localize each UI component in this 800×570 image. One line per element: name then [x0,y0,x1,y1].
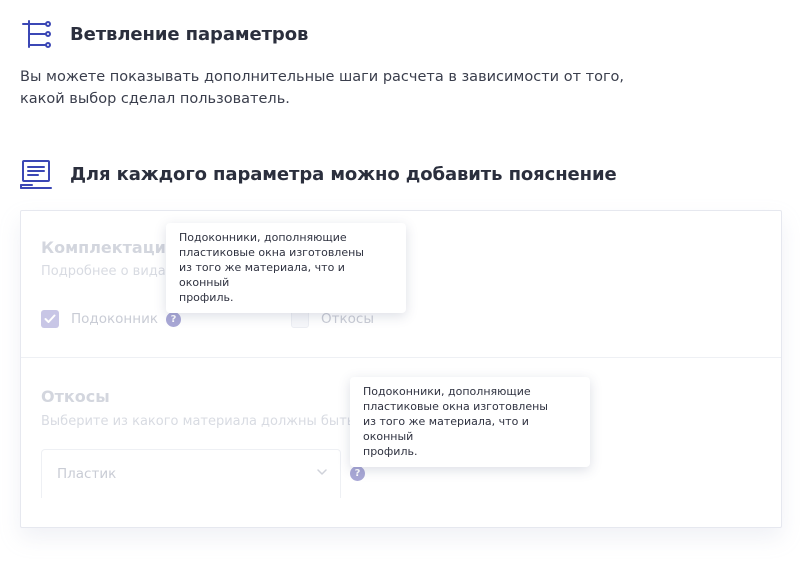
chevron-down-icon [317,469,327,475]
section-title-branching: Ветвление параметров [70,23,309,45]
section-header-explanation: Для каждого параметра можно добавить поя… [20,158,617,190]
help-icon[interactable]: ? [350,466,365,481]
branch-tree-icon [20,18,52,50]
calculator-preview-panel: Комплектация Подробнее о вида Подоконник… [20,210,782,528]
tooltip-podokonnik: Подоконники, дополняющие пластиковые окн… [166,223,406,313]
checkbox-label-otkosy: Откосы [321,311,374,327]
select-value: Пластик [57,466,117,482]
monitor-text-icon [20,158,52,190]
description-line: Вы можете показывать дополнительные шаги… [20,69,625,85]
tooltip-line: Подоконники, дополняющие [179,231,347,244]
description-line: какой выбор сделал пользователь. [20,91,290,107]
tooltip-line: пластиковые окна изготовлены [179,246,364,259]
group-subtitle-komplektatsiya: Подробнее о вида [41,264,166,279]
tooltip-line: профиль. [363,445,418,458]
tooltip-line: Подоконники, дополняющие [363,385,531,398]
tooltip-otkosy: Подоконники, дополняющие пластиковые окн… [350,377,590,467]
section-description-branching: Вы можете показывать дополнительные шаги… [20,66,700,110]
tooltip-line: из того же материала, что и оконный [179,261,345,289]
tooltip-line: из того же материала, что и оконный [363,415,529,443]
section-header-branching: Ветвление параметров [20,18,308,50]
help-icon[interactable]: ? [166,312,181,327]
group-subtitle-otkosy: Выберите из какого материала должны быть [41,414,355,429]
group-divider [21,357,781,358]
tooltip-line: профиль. [179,291,234,304]
tooltip-line: пластиковые окна изготовлены [363,400,548,413]
group-title-komplektatsiya: Комплектация [41,238,177,257]
checkbox-podokonnik[interactable] [41,310,59,328]
checkbox-label-podokonnik: Подоконник [71,311,158,327]
material-select[interactable]: Пластик [41,449,341,498]
section-title-explanation: Для каждого параметра можно добавить поя… [70,163,617,185]
group-title-otkosy: Откосы [41,387,110,406]
checkmark-icon [44,314,56,323]
